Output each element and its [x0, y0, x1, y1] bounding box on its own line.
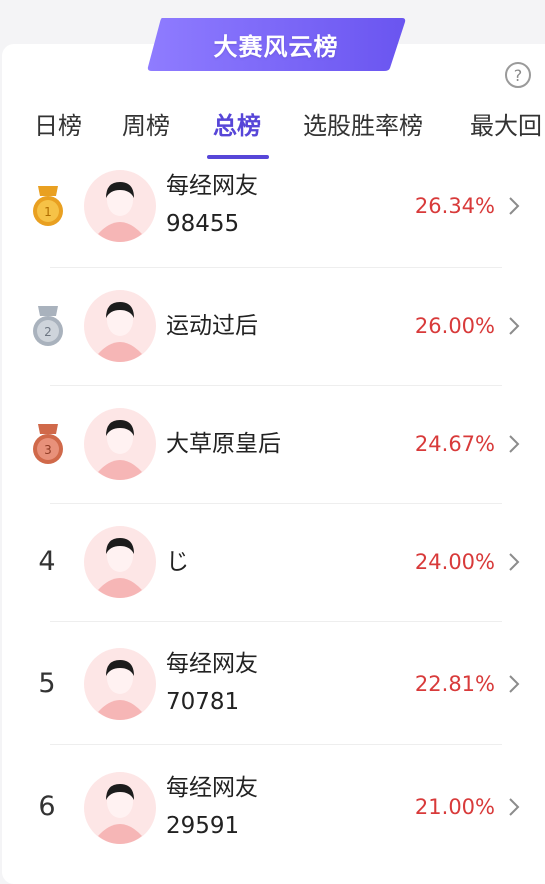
user-name: 每经网友 — [166, 651, 258, 677]
tab-stock-win-rate[interactable]: 选股胜率榜 — [303, 104, 423, 148]
leaderboard-row[interactable]: 5 每经网友 70781 22.81% — [0, 622, 545, 744]
win-rate: 24.67% — [414, 432, 495, 456]
avatar[interactable] — [84, 772, 156, 844]
avatar[interactable] — [84, 290, 156, 362]
leaderboard-row[interactable]: 4 じ 24.00% — [0, 504, 545, 621]
tab-max-drawdown[interactable]: 最大回 — [470, 104, 542, 148]
win-rate: 26.34% — [414, 194, 495, 218]
user-name: 运动过后 — [166, 313, 258, 339]
bronze-medal-icon: 3 — [33, 424, 63, 464]
page-title: 大赛风云榜 — [213, 32, 339, 61]
user-name: 每经网友 — [166, 173, 258, 199]
user-id: 98455 — [166, 211, 240, 237]
rank-number: 5 — [38, 668, 56, 699]
chevron-right-icon — [509, 553, 520, 571]
active-tab-indicator — [207, 155, 269, 159]
tab-bar: 日榜 周榜 总榜 选股胜率榜 最大回 — [0, 104, 545, 164]
leaderboard-banner: 大赛风云榜 — [146, 16, 406, 72]
avatar[interactable] — [84, 408, 156, 480]
leaderboard-row[interactable]: 6 每经网友 29591 21.00% — [0, 745, 545, 861]
rank-number: 6 — [38, 791, 56, 822]
chevron-right-icon — [509, 197, 520, 215]
win-rate: 24.00% — [414, 550, 495, 574]
leaderboard-row[interactable]: 2 运动过后 26.00% — [0, 268, 545, 385]
gold-medal-icon: 1 — [33, 186, 63, 226]
silver-medal-icon: 2 — [33, 306, 63, 346]
chevron-right-icon — [509, 675, 520, 693]
user-name: 每经网友 — [166, 775, 258, 801]
user-id: 70781 — [166, 689, 240, 715]
rank-number: 4 — [38, 546, 56, 577]
tab-overall[interactable]: 总榜 — [213, 104, 261, 148]
user-name: じ — [166, 549, 189, 575]
win-rate: 21.00% — [414, 795, 495, 819]
chevron-right-icon — [509, 798, 520, 816]
leaderboard-row[interactable]: 3 大草原皇后 24.67% — [0, 386, 545, 503]
avatar[interactable] — [84, 526, 156, 598]
user-name: 大草原皇后 — [166, 431, 281, 457]
leaderboard-row[interactable]: 1 每经网友 98455 26.34% — [0, 166, 545, 266]
avatar[interactable] — [84, 170, 156, 242]
medal-rank-label: 3 — [44, 443, 52, 457]
win-rate: 22.81% — [414, 672, 495, 696]
avatar[interactable] — [84, 648, 156, 720]
medal-rank-label: 2 — [44, 325, 52, 339]
tab-weekly[interactable]: 周榜 — [122, 104, 170, 148]
chevron-right-icon — [509, 317, 520, 335]
tab-daily[interactable]: 日榜 — [34, 104, 82, 148]
chevron-right-icon — [509, 435, 520, 453]
win-rate: 26.00% — [414, 314, 495, 338]
medal-rank-label: 1 — [44, 205, 52, 219]
help-icon[interactable]: ? — [505, 62, 531, 88]
user-id: 29591 — [166, 813, 240, 839]
